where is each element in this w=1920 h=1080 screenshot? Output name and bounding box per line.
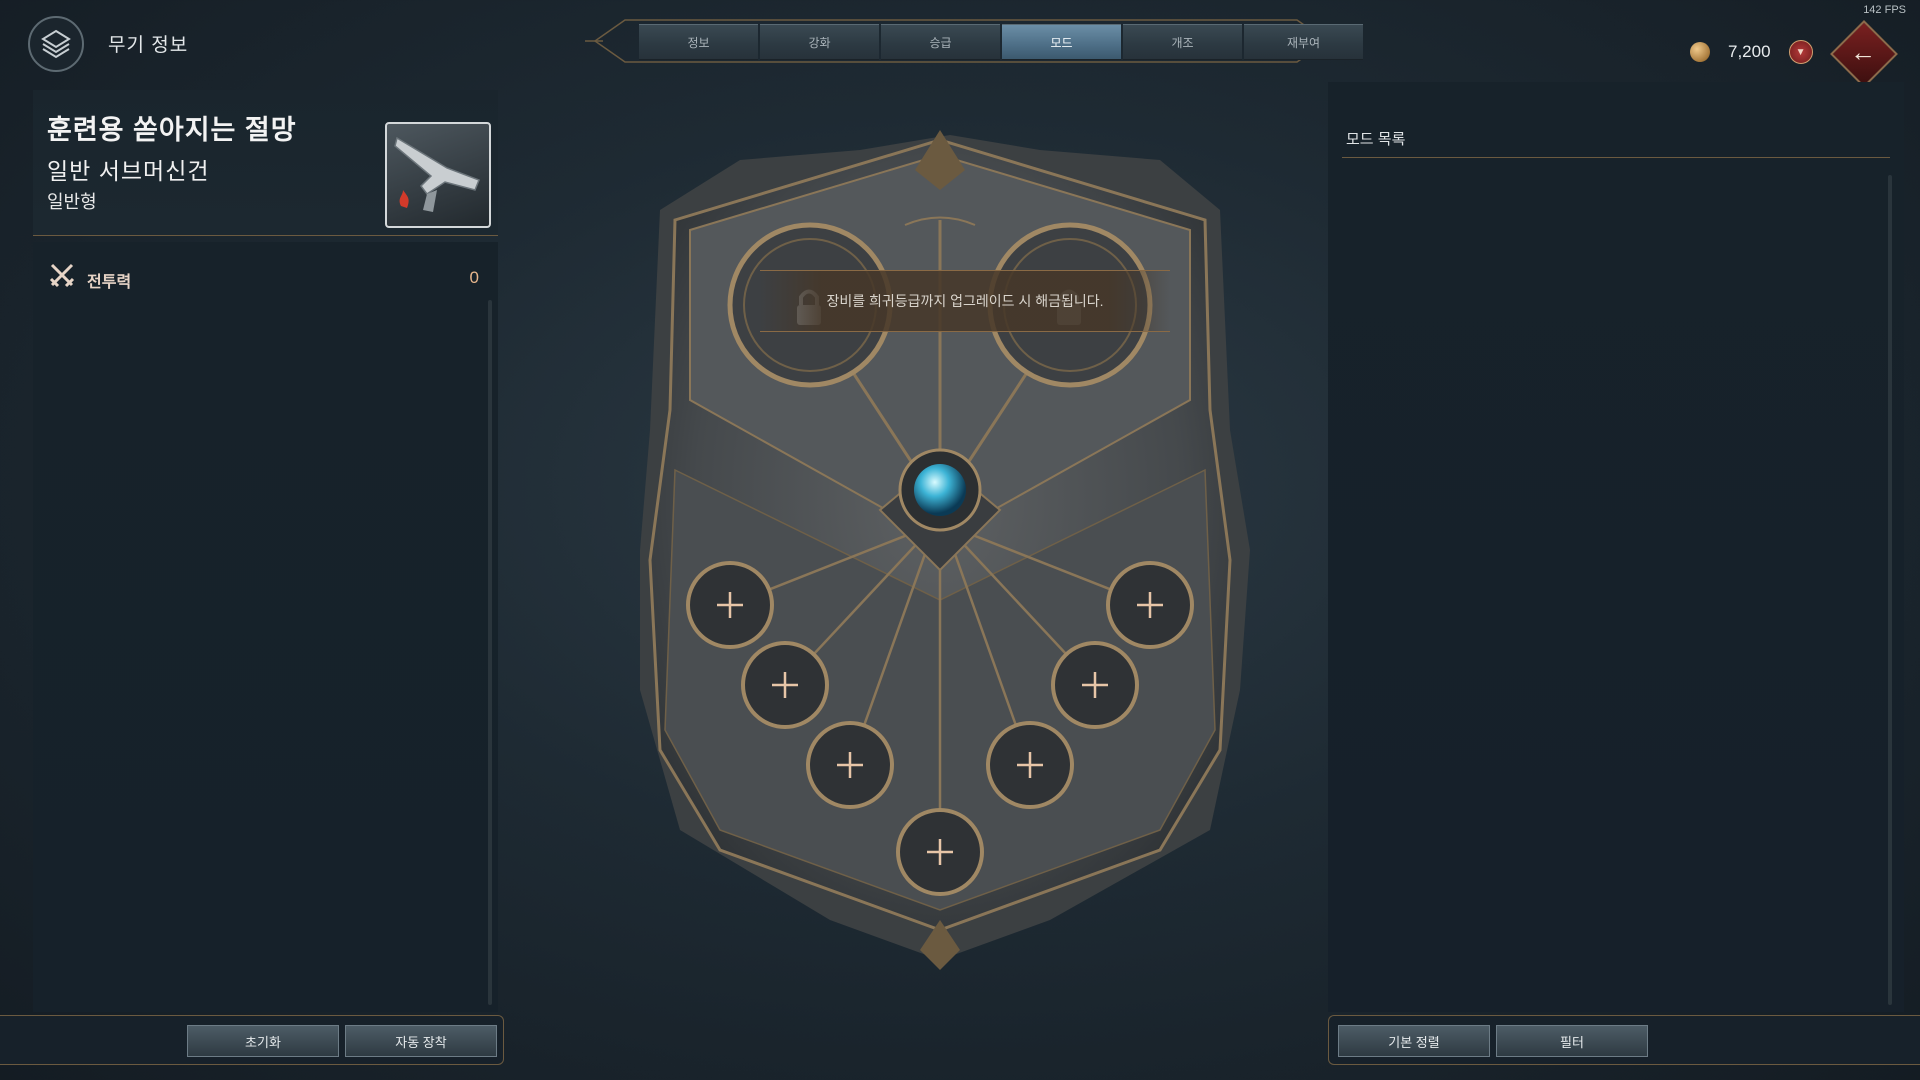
combat-power-value: 0: [469, 268, 479, 287]
mod-slot-3: [806, 721, 894, 809]
item-grade: 일반형: [47, 192, 97, 212]
mod-slot-7: [1106, 561, 1194, 649]
tab-enhance[interactable]: 강화: [760, 24, 879, 60]
item-name: 훈련용 쏟아지는 절망: [47, 115, 297, 145]
left-action-bar: 초기화 자동 장착: [0, 1015, 504, 1065]
reset-button[interactable]: 초기화: [187, 1025, 339, 1057]
coin-icon: [1690, 42, 1710, 62]
mod-list-panel: 모드 목록: [1328, 82, 1904, 1012]
right-scrollbar[interactable]: [1888, 175, 1892, 1005]
currency-display: 7,200 ▼: [1690, 40, 1813, 64]
crossed-swords-icon: [49, 263, 75, 288]
mod-slot-2: [741, 641, 829, 729]
tab-bar: 정보 강화 승급 모드 개조 재부여: [585, 14, 1363, 68]
mod-board: [640, 130, 1250, 970]
page-title: 무기 정보: [108, 35, 189, 56]
right-action-bar: 기본 정렬 필터: [1328, 1015, 1920, 1065]
auto-equip-button[interactable]: 자동 장착: [345, 1025, 497, 1057]
lock-message: 장비를 희귀등급까지 업그레이드 시 해금됩니다.: [760, 270, 1170, 332]
back-arrow-icon: ←: [1850, 36, 1876, 67]
item-info-card: 훈련용 쏟아지는 절망 일반 서브머신건 일반형: [33, 90, 498, 236]
left-scrollbar[interactable]: [488, 300, 492, 1005]
tab-mod[interactable]: 모드: [1002, 24, 1121, 60]
stats-panel: 전투력 0: [33, 242, 498, 1012]
menu-logo-icon[interactable]: [28, 16, 84, 72]
mod-slot-4: [896, 808, 984, 896]
fps-counter: 142 FPS: [1863, 4, 1906, 16]
currency-dropdown-icon[interactable]: ▼: [1788, 40, 1813, 64]
filter-button[interactable]: 필터: [1496, 1025, 1648, 1057]
fire-element-icon: [399, 190, 409, 208]
combat-power-row: 전투력 0: [49, 262, 489, 292]
mod-list-title: 모드 목록: [1346, 131, 1406, 148]
divider: [1342, 157, 1890, 158]
item-type: 일반 서브머신건: [47, 158, 210, 184]
mod-slot-1: [686, 561, 774, 649]
tab-info[interactable]: 정보: [639, 24, 758, 60]
tab-modify[interactable]: 개조: [1123, 24, 1242, 60]
sort-button[interactable]: 기본 정렬: [1338, 1025, 1490, 1057]
currency-amount: 7,200: [1728, 42, 1771, 61]
weapon-thumbnail[interactable]: [385, 122, 491, 228]
tab-reroll[interactable]: 재부여: [1244, 24, 1363, 60]
combat-power-label: 전투력: [87, 274, 132, 291]
tab-promote[interactable]: 승급: [881, 24, 1000, 60]
mod-slot-5: [986, 721, 1074, 809]
mod-slot-6: [1051, 641, 1139, 729]
